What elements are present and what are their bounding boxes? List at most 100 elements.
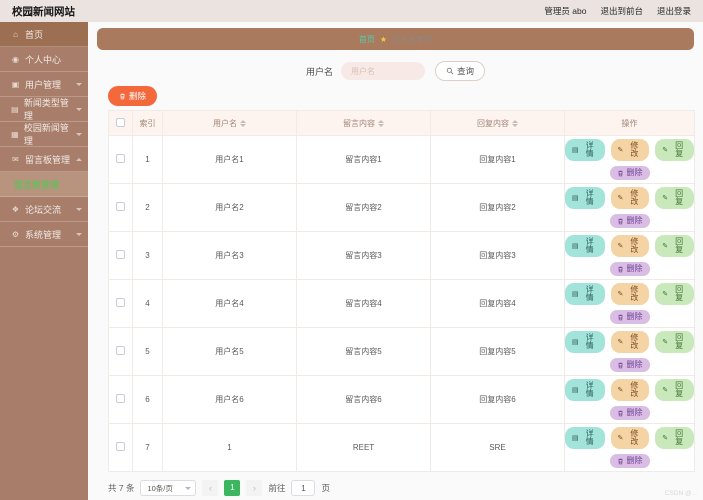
sidebar-item-profile[interactable]: ◉ 个人中心 bbox=[0, 47, 88, 72]
reply-button[interactable]: ✎ 回复 bbox=[655, 139, 694, 161]
chevron-down-icon bbox=[76, 107, 82, 111]
query-button[interactable]: 查询 bbox=[435, 61, 486, 81]
delete-button[interactable]: 删除 bbox=[609, 358, 650, 372]
breadcrumb-current: 留言板管理 bbox=[392, 34, 433, 44]
cell-index: 7 bbox=[132, 423, 163, 472]
reply-button[interactable]: ✎ 回复 bbox=[655, 331, 694, 353]
edit-button[interactable]: ✎ 修改 bbox=[610, 283, 650, 305]
detail-button[interactable]: ▤ 详情 bbox=[565, 139, 605, 161]
sidebar-item-news-type[interactable]: ▤ 新闻类型管理 bbox=[0, 97, 88, 122]
reply-button[interactable]: ✎ 回复 bbox=[655, 235, 694, 257]
pencil-icon: ✎ bbox=[617, 242, 624, 250]
sidebar-item-label: 留言板管理 bbox=[25, 154, 71, 165]
cell-reply: 回复内容2 bbox=[430, 183, 565, 232]
delete-button[interactable]: 删除 bbox=[609, 166, 650, 180]
sidebar-item-message-board[interactable]: ✉ 留言板管理 bbox=[0, 147, 88, 172]
cell-username: 用户名1 bbox=[162, 135, 297, 184]
breadcrumb: 首页 ★ 留言板管理 bbox=[97, 28, 694, 50]
username-search-input[interactable] bbox=[341, 62, 425, 80]
page-size-select[interactable]: 10条/页 bbox=[140, 480, 197, 496]
prev-page-button[interactable]: ‹ bbox=[202, 480, 219, 496]
current-page-button[interactable]: 1 bbox=[224, 480, 241, 496]
next-page-button[interactable]: › bbox=[246, 480, 263, 496]
sidebar-item-system[interactable]: ⚙ 系统管理 bbox=[0, 222, 88, 247]
trash-icon bbox=[617, 362, 623, 368]
delete-button[interactable]: 删除 bbox=[609, 262, 650, 276]
cell-message: 留言内容3 bbox=[296, 231, 431, 280]
sidebar-item-label: 用户管理 bbox=[25, 79, 62, 90]
cell-username: 用户名6 bbox=[162, 375, 297, 424]
reply-button[interactable]: ✎ 回复 bbox=[655, 187, 694, 209]
delete-button[interactable]: 删除 bbox=[609, 454, 650, 468]
sort-icon[interactable] bbox=[240, 119, 246, 127]
detail-button[interactable]: ▤ 详情 bbox=[565, 283, 605, 305]
sidebar-subitem-message-board-active[interactable]: 留言板管理 bbox=[0, 172, 88, 197]
select-all-checkbox[interactable] bbox=[116, 117, 125, 127]
table-row: 2 用户名2 留言内容2 回复内容2 ▤ 详情 ✎ 修改 ✎ 回复 删除 bbox=[108, 183, 695, 232]
header-message[interactable]: 留言内容 bbox=[296, 110, 431, 136]
edit-button[interactable]: ✎ 修改 bbox=[610, 379, 650, 401]
edit-button[interactable]: ✎ 修改 bbox=[610, 331, 650, 353]
search-icon bbox=[446, 67, 454, 75]
edit-button[interactable]: ✎ 修改 bbox=[610, 235, 650, 257]
cell-message: 留言内容6 bbox=[296, 375, 431, 424]
pencil-icon: ✎ bbox=[662, 290, 669, 298]
breadcrumb-home-link[interactable]: 首页 bbox=[359, 34, 375, 45]
home-icon: ⌂ bbox=[13, 29, 18, 39]
sidebar-item-label: 首页 bbox=[25, 29, 44, 40]
reply-button[interactable]: ✎ 回复 bbox=[655, 427, 694, 449]
sidebar-item-forum[interactable]: ❖ 论坛交流 bbox=[0, 197, 88, 222]
row-checkbox[interactable] bbox=[116, 202, 125, 211]
delete-button[interactable]: 删除 bbox=[609, 214, 650, 228]
table-row: 4 用户名4 留言内容4 回复内容4 ▤ 详情 ✎ 修改 ✎ 回复 删除 bbox=[108, 279, 695, 328]
reply-button[interactable]: ✎ 回复 bbox=[655, 379, 694, 401]
detail-button[interactable]: ▤ 详情 bbox=[565, 235, 605, 257]
cell-reply: 回复内容5 bbox=[430, 327, 565, 376]
delete-button[interactable]: 删除 bbox=[609, 406, 650, 420]
row-checkbox[interactable] bbox=[116, 394, 125, 403]
sidebar-item-home[interactable]: ⌂ 首页 bbox=[0, 22, 88, 47]
bulk-delete-button[interactable]: 删除 bbox=[108, 86, 158, 106]
cell-username: 用户名3 bbox=[162, 231, 297, 280]
cell-message: 留言内容1 bbox=[296, 135, 431, 184]
detail-button[interactable]: ▤ 详情 bbox=[565, 427, 605, 449]
edit-button[interactable]: ✎ 修改 bbox=[610, 187, 650, 209]
header-username[interactable]: 用户名 bbox=[162, 110, 297, 136]
sidebar-item-campus-news[interactable]: ▦ 校园新闻管理 bbox=[0, 122, 88, 147]
row-checkbox[interactable] bbox=[116, 442, 125, 451]
trash-icon bbox=[617, 314, 623, 320]
row-checkbox[interactable] bbox=[116, 346, 125, 355]
logout-link[interactable]: 退出登录 bbox=[657, 5, 691, 17]
pencil-icon: ✎ bbox=[662, 194, 669, 202]
pencil-icon: ✎ bbox=[662, 386, 669, 394]
row-checkbox[interactable] bbox=[116, 154, 125, 163]
edit-button[interactable]: ✎ 修改 bbox=[610, 427, 650, 449]
detail-button[interactable]: ▤ 详情 bbox=[565, 379, 605, 401]
goto-page-input[interactable] bbox=[291, 480, 316, 496]
chevron-down-icon bbox=[76, 207, 82, 211]
goto-label: 前往 bbox=[268, 483, 286, 493]
detail-button[interactable]: ▤ 详情 bbox=[565, 331, 605, 353]
chevron-down-icon bbox=[76, 132, 82, 136]
cell-reply: 回复内容3 bbox=[430, 231, 565, 280]
sidebar-item-label: 个人中心 bbox=[25, 54, 62, 65]
sort-icon[interactable] bbox=[512, 119, 518, 127]
exit-to-front-link[interactable]: 退出到前台 bbox=[600, 5, 643, 17]
pencil-icon: ✎ bbox=[617, 290, 624, 298]
app-title: 校园新闻网站 bbox=[12, 5, 75, 18]
row-checkbox[interactable] bbox=[116, 250, 125, 259]
sidebar-item-label: 论坛交流 bbox=[25, 204, 62, 215]
reply-button[interactable]: ✎ 回复 bbox=[655, 283, 694, 305]
cell-reply: 回复内容6 bbox=[430, 375, 565, 424]
header-reply[interactable]: 回复内容 bbox=[430, 110, 565, 136]
trash-icon bbox=[617, 218, 623, 224]
row-checkbox[interactable] bbox=[116, 298, 125, 307]
detail-icon: ▤ bbox=[572, 434, 579, 442]
pencil-icon: ✎ bbox=[617, 434, 624, 442]
sort-icon[interactable] bbox=[378, 119, 384, 127]
sidebar-item-users[interactable]: ▣ 用户管理 bbox=[0, 72, 88, 97]
cell-index: 1 bbox=[132, 135, 163, 184]
delete-button[interactable]: 删除 bbox=[609, 310, 650, 324]
edit-button[interactable]: ✎ 修改 bbox=[610, 139, 650, 161]
detail-button[interactable]: ▤ 详情 bbox=[565, 187, 605, 209]
